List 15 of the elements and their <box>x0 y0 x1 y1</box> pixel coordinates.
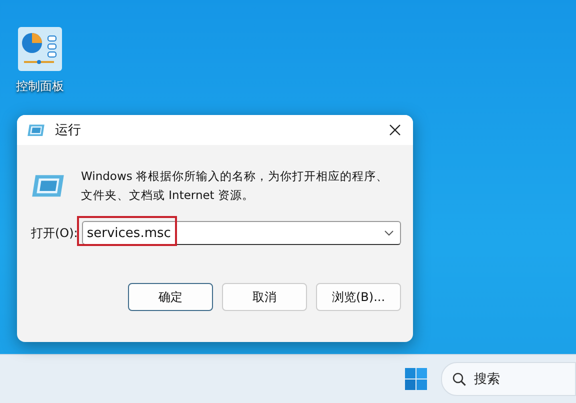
chevron-icon[interactable] <box>384 230 394 236</box>
run-icon <box>27 124 45 136</box>
icon-label: 控制面板 <box>16 78 64 95</box>
command-field[interactable]: services.msc <box>82 221 401 245</box>
dialog-button[interactable]: 浏览(B)... <box>316 283 401 311</box>
run-icon <box>31 174 65 198</box>
open-label: 打开(O): <box>31 224 78 242</box>
start-icon[interactable] <box>405 368 427 390</box>
window-title: 运行 <box>55 122 82 139</box>
control-panel-icon[interactable] <box>17 26 63 72</box>
description-text: Windows 将根据你所输入的名称，为你打开相应的程序、文件夹、文档或 Internet 资源。 <box>81 168 389 204</box>
dialog-button[interactable]: 取消 <box>222 283 307 311</box>
dialog-button[interactable]: 确定 <box>128 283 213 311</box>
search-field[interactable]: 搜索 <box>441 362 576 396</box>
search-icon <box>452 372 466 386</box>
